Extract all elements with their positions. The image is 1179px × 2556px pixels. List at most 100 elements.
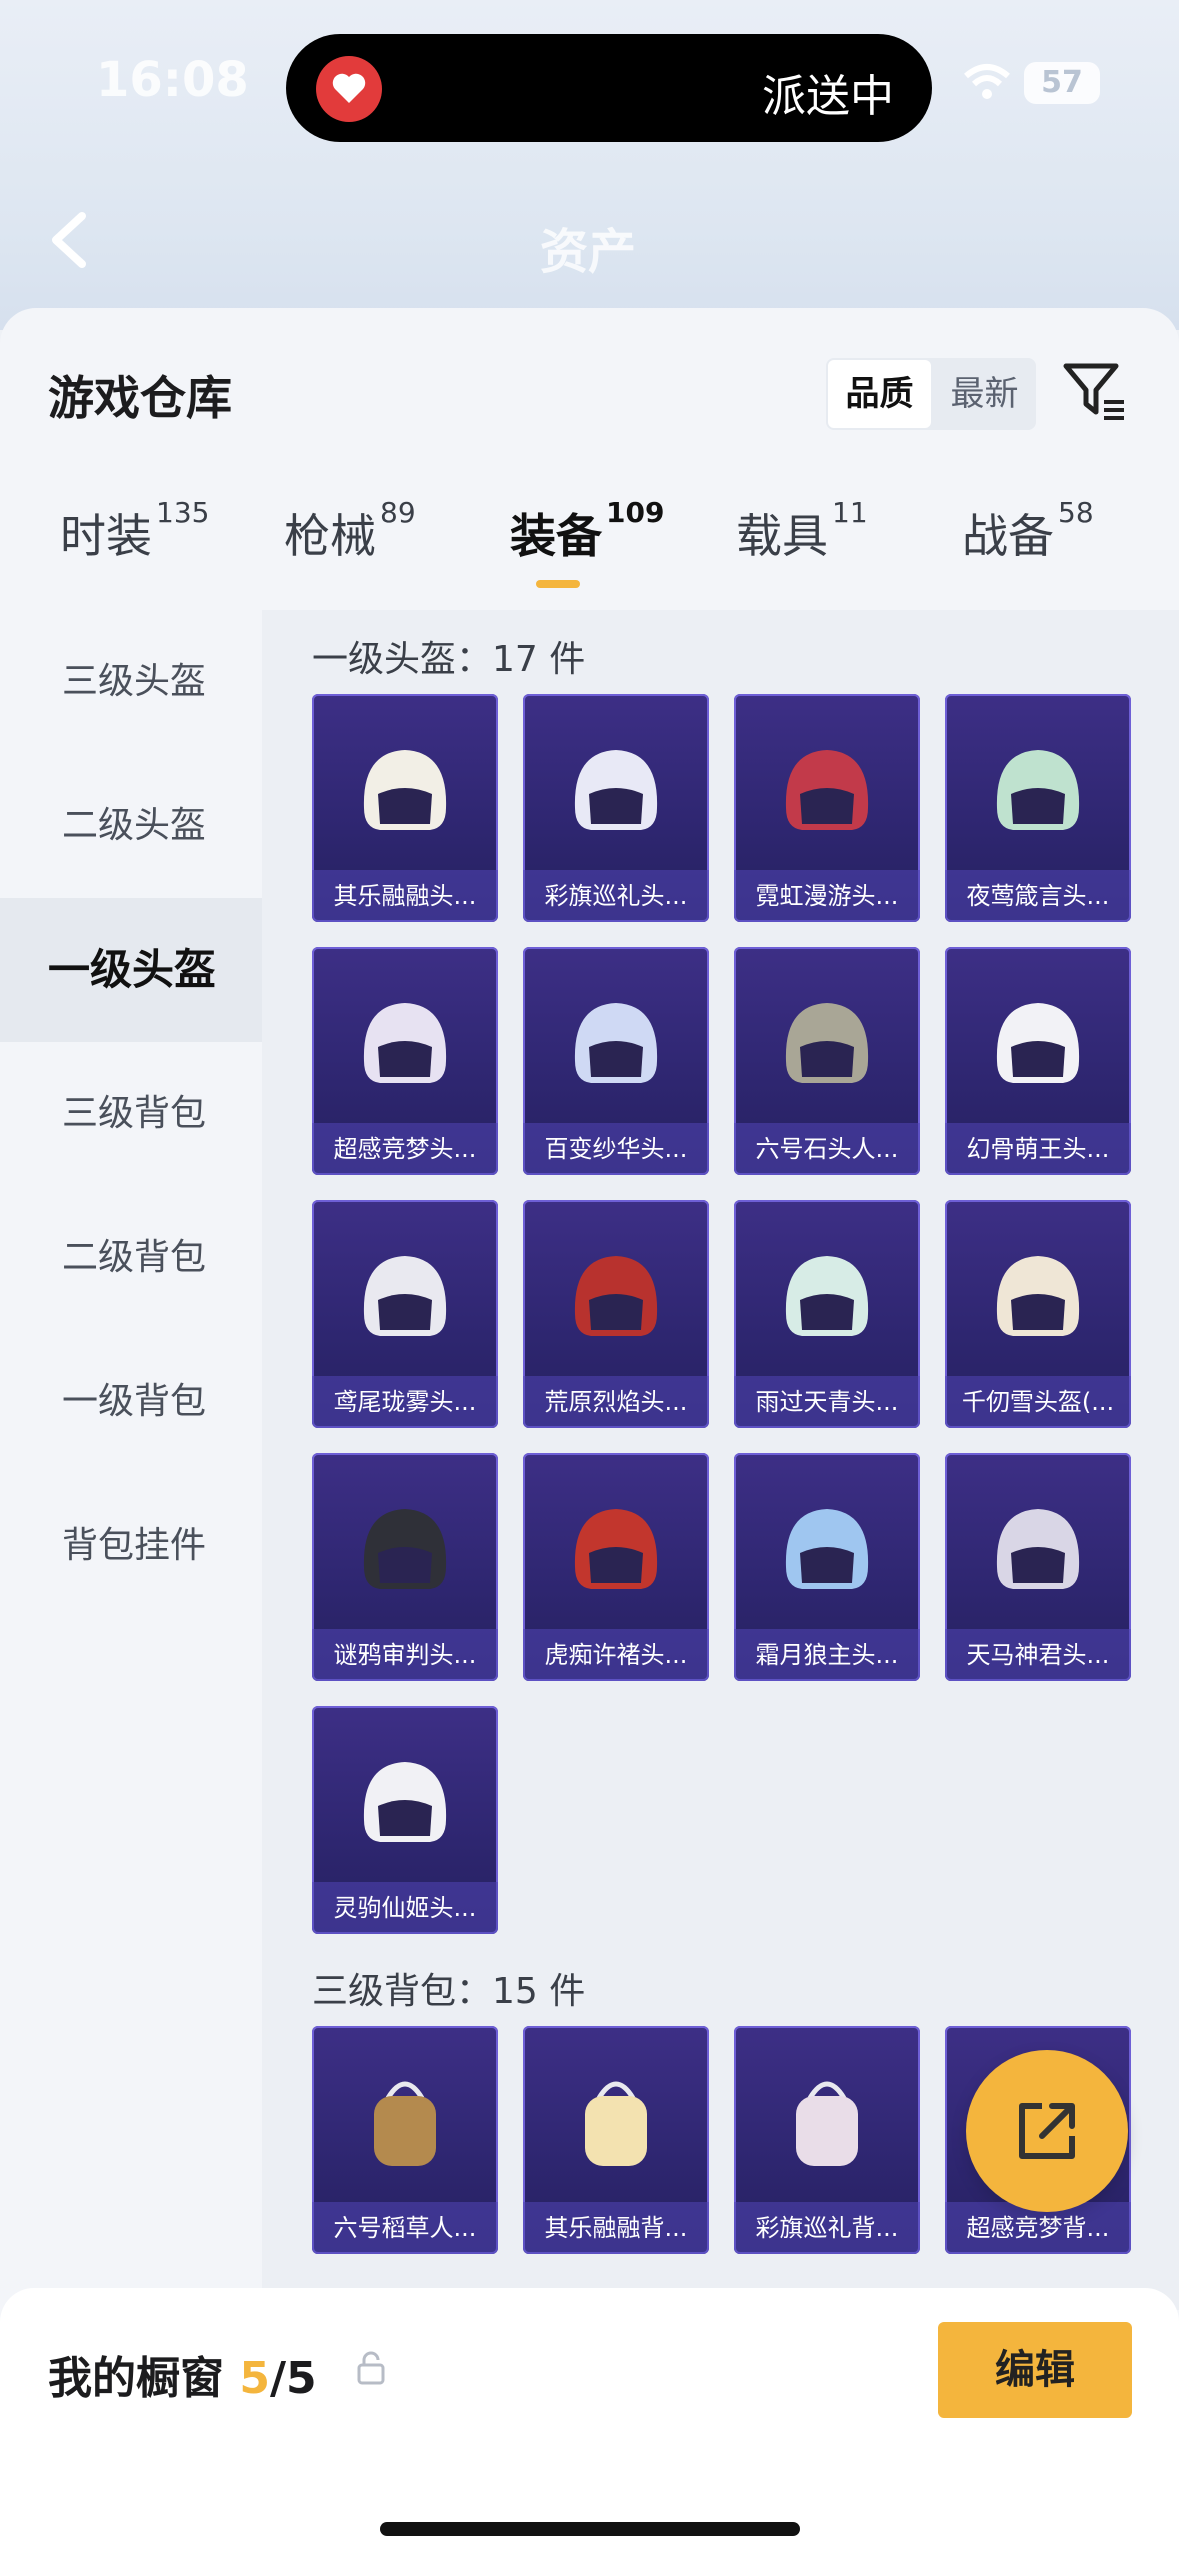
helmet-icon (785, 1256, 869, 1336)
tab-label: 载具 (736, 509, 828, 563)
item-name: 六号稻草人... (312, 2202, 498, 2254)
tab-label: 装备 (510, 509, 602, 563)
sidebar-item-level1-backpack[interactable]: 一级背包 (0, 1330, 262, 1474)
tab-label: 枪械 (284, 509, 376, 563)
showcase-total-count: /5 (269, 2353, 317, 2404)
sort-quality[interactable]: 品质 (828, 360, 931, 428)
helmet-icon (574, 750, 658, 830)
showcase-current-count: 5 (239, 2353, 270, 2404)
helmet-item-tile[interactable]: 幻骨萌王头... (945, 947, 1131, 1175)
item-name: 霓虹漫游头... (734, 870, 920, 922)
helmet-item-tile[interactable]: 彩旗巡礼头... (523, 694, 709, 922)
item-name: 荒原烈焰头... (523, 1376, 709, 1428)
tab-guns[interactable]: 枪械 89 (284, 496, 416, 566)
tab-count: 135 (156, 496, 210, 529)
section-title-level1-helmet: 一级头盔：17 件 (312, 639, 586, 680)
helmet-item-tile[interactable]: 虎痴许褚头... (523, 1453, 709, 1681)
helmet-item-tile[interactable]: 鸢尾珑雾头... (312, 1200, 498, 1428)
back-arrow-icon[interactable] (44, 210, 94, 270)
helmet-item-tile[interactable]: 六号石头人... (734, 947, 920, 1175)
item-name: 彩旗巡礼头... (523, 870, 709, 922)
item-name: 幻骨萌王头... (945, 1123, 1131, 1175)
dynamic-island[interactable]: 派送中 (286, 34, 932, 142)
header-title: 资产 (540, 224, 637, 280)
tab-count: 11 (832, 496, 868, 529)
section-title-level3-backpack: 三级背包：15 件 (312, 1971, 586, 2012)
item-name: 雨过天青头... (734, 1376, 920, 1428)
helmet-icon (363, 1509, 447, 1589)
active-tab-indicator (536, 580, 580, 588)
sort-toggle[interactable]: 品质 最新 (826, 358, 1036, 430)
tab-label: 战备 (962, 509, 1054, 563)
showcase-bar: 我的橱窗 5/5 编辑 (0, 2288, 1179, 2556)
helmet-icon (363, 1762, 447, 1842)
item-name: 超感竞梦头... (312, 1123, 498, 1175)
helmet-item-tile[interactable]: 霜月狼主头... (734, 1453, 920, 1681)
item-name: 霜月狼主头... (734, 1629, 920, 1681)
edit-button[interactable]: 编辑 (938, 2322, 1132, 2418)
battery-indicator: 57 (1024, 62, 1100, 104)
tab-vehicles[interactable]: 载具 11 (736, 496, 868, 566)
showcase-title: 我的橱窗 5/5 (48, 2342, 317, 2406)
tab-equipment[interactable]: 装备 109 (510, 496, 664, 588)
helmet-item-tile[interactable]: 百变纱华头... (523, 947, 709, 1175)
tab-count: 58 (1058, 496, 1094, 529)
showcase-label: 我的橱窗 (48, 2353, 224, 2404)
helmet-item-tile[interactable]: 超感竞梦头... (312, 947, 498, 1175)
helmet-icon (996, 1509, 1080, 1589)
helmet-item-tile[interactable]: 谜鸦审判头... (312, 1453, 498, 1681)
item-name: 天马神君头... (945, 1629, 1131, 1681)
backpack-item-tile[interactable]: 其乐融融背... (523, 2026, 709, 2254)
backpack-item-tile[interactable]: 彩旗巡礼背... (734, 2026, 920, 2254)
wifi-icon (964, 64, 1010, 99)
item-name: 其乐融融背... (523, 2202, 709, 2254)
sidebar-item-level3-backpack[interactable]: 三级背包 (0, 1042, 262, 1186)
tab-count: 109 (606, 496, 665, 529)
home-indicator (380, 2522, 800, 2536)
helmet-icon (574, 1003, 658, 1083)
sidebar-item-level2-helmet[interactable]: 二级头盔 (0, 754, 262, 898)
item-name: 彩旗巡礼背... (734, 2202, 920, 2254)
helmet-item-tile[interactable]: 其乐融融头... (312, 694, 498, 922)
helmet-item-tile[interactable]: 天马神君头... (945, 1453, 1131, 1681)
backpack-icon (374, 2081, 436, 2166)
helmet-icon (996, 750, 1080, 830)
item-name: 其乐融融头... (312, 870, 498, 922)
sidebar-item-level3-helmet[interactable]: 三级头盔 (0, 610, 262, 754)
item-name: 夜莺箴言头... (945, 870, 1131, 922)
filter-icon[interactable] (1062, 360, 1128, 424)
share-icon (1019, 2103, 1075, 2159)
sort-latest[interactable]: 最新 (933, 358, 1036, 430)
backpack-item-tile[interactable]: 六号稻草人... (312, 2026, 498, 2254)
helmet-icon (996, 1003, 1080, 1083)
page-title: 游戏仓库 (48, 371, 232, 425)
share-button[interactable] (966, 2050, 1128, 2212)
helmet-item-tile[interactable]: 灵驹仙姬头... (312, 1706, 498, 1934)
item-name: 灵驹仙姬头... (312, 1882, 498, 1934)
helmet-icon (785, 1003, 869, 1083)
item-name: 鸢尾珑雾头... (312, 1376, 498, 1428)
sidebar-item-level1-helmet[interactable]: 一级头盔 (0, 898, 262, 1042)
helmet-item-tile[interactable]: 夜莺箴言头... (945, 694, 1131, 922)
helmet-icon (363, 1256, 447, 1336)
helmet-item-tile[interactable]: 荒原烈焰头... (523, 1200, 709, 1428)
item-name: 谜鸦审判头... (312, 1629, 498, 1681)
tab-label: 时装 (60, 509, 152, 563)
status-time: 16:08 (96, 52, 249, 108)
sidebar-item-backpack-charm[interactable]: 背包挂件 (0, 1474, 262, 1618)
tab-battle-prep[interactable]: 战备 58 (962, 496, 1094, 566)
item-name: 千仞雪头盔(... (945, 1376, 1131, 1428)
helmet-item-tile[interactable]: 千仞雪头盔(... (945, 1200, 1131, 1428)
tab-count: 89 (380, 496, 416, 529)
lock-icon[interactable] (356, 2350, 386, 2386)
helmet-item-tile[interactable]: 雨过天青头... (734, 1200, 920, 1428)
backpack-icon (796, 2081, 858, 2166)
backpack-icon (585, 2081, 647, 2166)
helmet-icon (785, 750, 869, 830)
tab-fashion[interactable]: 时装 135 (60, 496, 209, 566)
helmet-icon (785, 1509, 869, 1589)
delivery-app-icon (316, 56, 382, 122)
item-name: 虎痴许褚头... (523, 1629, 709, 1681)
helmet-item-tile[interactable]: 霓虹漫游头... (734, 694, 920, 922)
sidebar-item-level2-backpack[interactable]: 二级背包 (0, 1186, 262, 1330)
